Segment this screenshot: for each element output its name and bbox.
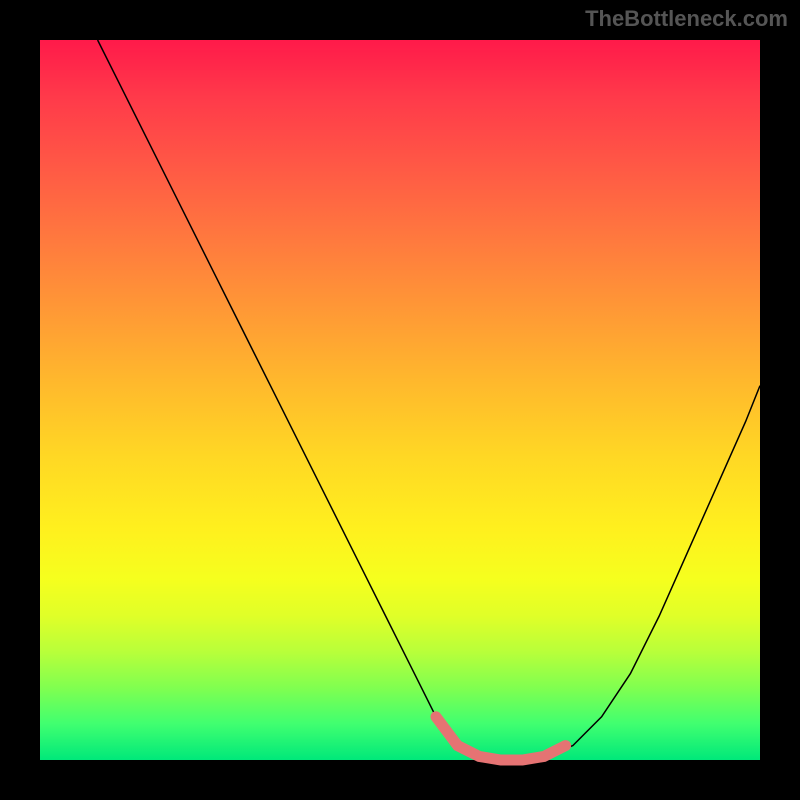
curve-svg (40, 40, 760, 760)
plot-area (40, 40, 760, 760)
bottleneck-curve-line (98, 40, 760, 760)
well-region-highlight (436, 717, 566, 760)
watermark-text: TheBottleneck.com (585, 6, 788, 32)
chart-container: TheBottleneck.com (0, 0, 800, 800)
